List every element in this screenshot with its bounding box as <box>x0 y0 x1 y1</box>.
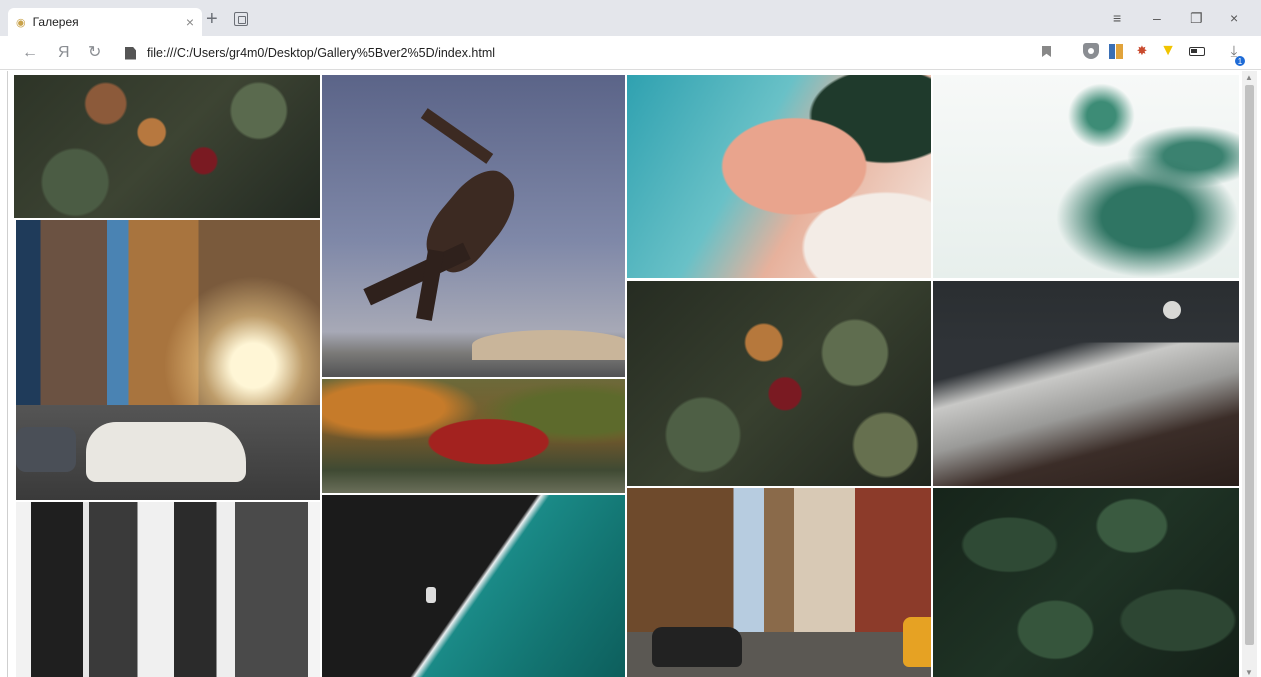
new-tab-icon[interactable]: + <box>206 9 218 29</box>
battery-icon[interactable] <box>1189 47 1205 56</box>
gallery-image-berries-leaves-2[interactable] <box>627 281 931 486</box>
minimize-icon[interactable]: – <box>1153 10 1161 26</box>
back-icon[interactable]: ← <box>22 44 38 62</box>
page-favicon-icon: ◉ <box>16 16 26 29</box>
tab-gallery[interactable]: ◉ Галерея × <box>8 8 202 36</box>
side-tabs-icon[interactable] <box>234 12 248 26</box>
shield-icon[interactable] <box>1083 43 1099 59</box>
tab-title: Галерея <box>32 15 79 29</box>
gallery-image-berries-leaves[interactable] <box>14 75 320 218</box>
menu-icon[interactable]: ≡ <box>1113 10 1121 26</box>
scroll-up-icon[interactable]: ▲ <box>1245 73 1253 82</box>
gallery-image-ivy-house[interactable] <box>322 379 625 493</box>
bug-icon[interactable]: ✸ <box>1134 43 1150 59</box>
books-icon[interactable] <box>1108 43 1124 59</box>
download-count-badge: 1 <box>1235 56 1245 66</box>
gallery-image-friends-walking[interactable] <box>16 502 320 677</box>
tab-bar: ◉ Галерея × + ≡ – ❐ × <box>0 0 1261 36</box>
gallery-image-fern[interactable] <box>933 75 1239 278</box>
scroll-down-icon[interactable]: ▼ <box>1245 668 1253 677</box>
gallery-image-green-leaves[interactable] <box>933 488 1239 677</box>
toolbar: ← Я ↻ file:///C:/Users/gr4m0/Desktop/Gal… <box>0 36 1261 70</box>
address-text: file:///C:/Users/gr4m0/Desktop/Gallery%5… <box>147 46 496 60</box>
gallery-image-city-avenue[interactable] <box>627 488 931 677</box>
window-border <box>7 71 8 677</box>
scrollbar[interactable]: ▲ ▼ <box>1242 71 1257 677</box>
file-icon <box>125 46 136 60</box>
restore-icon[interactable]: ❐ <box>1190 10 1203 26</box>
lightbulb-icon[interactable]: ▼ <box>1160 42 1176 59</box>
tab-close-icon[interactable]: × <box>186 14 194 30</box>
gallery-image-sprinter[interactable] <box>322 75 625 377</box>
gallery-image-mountains-moon[interactable] <box>933 281 1239 486</box>
reload-icon[interactable]: ↻ <box>88 44 101 62</box>
address-bar[interactable]: file:///C:/Users/gr4m0/Desktop/Gallery%5… <box>116 40 1066 66</box>
gallery-image-drone-beach[interactable] <box>322 495 625 677</box>
scrollbar-thumb[interactable] <box>1245 85 1254 645</box>
yandex-icon[interactable]: Я <box>58 44 70 62</box>
gallery-image-city-street[interactable] <box>16 220 320 500</box>
close-window-icon[interactable]: × <box>1230 10 1238 26</box>
gallery-image-aerial-river[interactable] <box>627 75 931 278</box>
page-viewport: ▲ ▼ <box>0 71 1261 677</box>
